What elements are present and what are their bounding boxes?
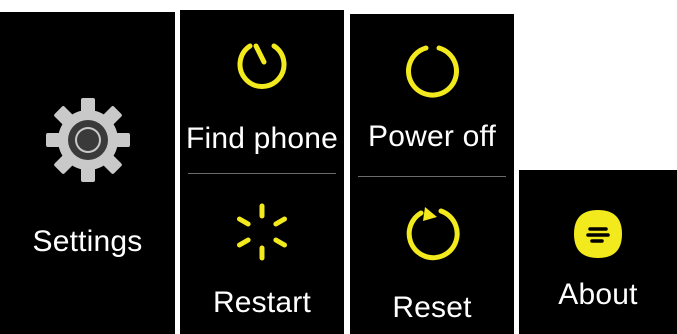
settings-tile[interactable]: Settings: [0, 12, 175, 334]
settings-label: Settings: [32, 225, 143, 258]
power-off-icon: [406, 45, 459, 98]
settings-screen: Settings: [0, 12, 175, 334]
restart-spinner-icon: [236, 203, 288, 261]
find-restart-screen: Find phone Restart: [180, 10, 344, 334]
reset-icon: [406, 207, 460, 261]
power-off-label: Power off: [368, 120, 496, 153]
restart-label: Restart: [212, 286, 312, 319]
about-tile[interactable]: About: [519, 170, 677, 334]
restart-tile[interactable]: Restart: [180, 174, 344, 334]
reset-label: Reset: [392, 291, 472, 324]
find-phone-label: Find phone: [185, 122, 339, 155]
about-screen: About: [519, 170, 677, 334]
gear-icon: [45, 98, 130, 182]
about-icon: [574, 210, 622, 258]
find-phone-tile[interactable]: Find phone: [180, 10, 344, 173]
watch-screens-canvas: Settings Find phone Restart Power off Re…: [0, 0, 677, 334]
power-off-tile[interactable]: Power off: [350, 14, 514, 176]
find-phone-icon: [237, 43, 287, 89]
power-reset-screen: Power off Reset: [350, 14, 514, 334]
about-label: About: [558, 278, 638, 311]
reset-tile[interactable]: Reset: [350, 177, 514, 334]
